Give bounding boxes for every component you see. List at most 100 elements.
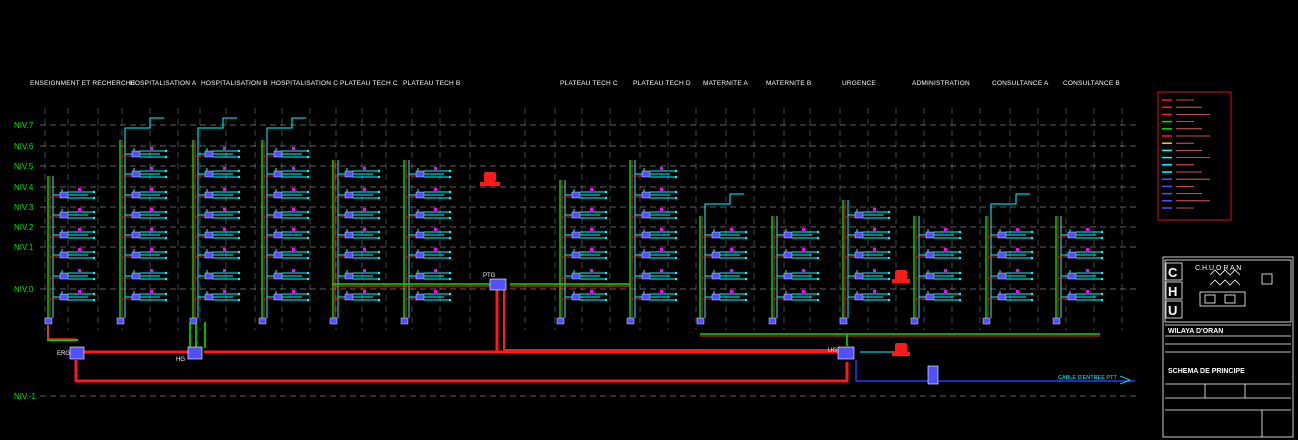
floor-panel (59, 251, 69, 259)
building-riser (696, 193, 748, 325)
riser-base-box (626, 317, 635, 325)
level-label: NIV.2 (14, 223, 34, 232)
entry-box[interactable] (927, 365, 939, 385)
building-riser (258, 117, 310, 325)
building-label: MATERNITE A (703, 80, 749, 87)
floor-panel (131, 211, 141, 219)
floor-panel (131, 231, 141, 239)
floor-panel (571, 251, 581, 259)
floor-panel (711, 251, 721, 259)
riser-base-box (258, 317, 267, 325)
floor-panel (59, 293, 69, 301)
logo-letter-c: C (1168, 265, 1178, 280)
floor-panel (344, 211, 354, 219)
building-label: HOSPITALISATION B (201, 80, 268, 87)
floor-panel (415, 231, 425, 239)
schema-title: SCHEMA DE PRINCIPE (1168, 368, 1245, 375)
node-ug[interactable] (837, 346, 855, 360)
floor-panel (571, 211, 581, 219)
floor-panel (854, 293, 864, 301)
floor-panel (131, 170, 141, 178)
floor-panel (571, 293, 581, 301)
floor-panel (273, 211, 283, 219)
logo-letter-u: U (1168, 303, 1177, 318)
building-risers (44, 117, 1104, 325)
floor-panel (925, 251, 935, 259)
level-label: NIV.0 (14, 285, 34, 294)
building-riser (44, 176, 96, 325)
level-label: NIV.3 (14, 203, 34, 212)
floor-panel (854, 231, 864, 239)
logo-letter-h: H (1168, 284, 1177, 299)
building-riser (116, 117, 168, 325)
floor-panel (59, 191, 69, 199)
building-label: PLATEAU TECH C (340, 80, 398, 87)
riser-base-box (768, 317, 777, 325)
building-label: ADMINISTRATION (912, 80, 970, 87)
node-ptg-label: PTG (483, 273, 496, 279)
floor-panel (344, 293, 354, 301)
node-ptg[interactable] (489, 278, 507, 291)
riser-base-box (982, 317, 991, 325)
node-erg-label: ERG (57, 351, 70, 357)
riser-base-box (696, 317, 705, 325)
distribution-nodes: ERG HG PTG UG CABLE D'ENTREE PTT (57, 273, 1132, 385)
building-label: HOSPITALISATION A (130, 80, 197, 87)
building-riser (910, 216, 962, 325)
floor-panel (925, 293, 935, 301)
floor-panel (997, 231, 1007, 239)
floor-panel (997, 293, 1007, 301)
floor-panel (1067, 272, 1077, 280)
floor-panel (273, 293, 283, 301)
floor-panel (854, 272, 864, 280)
level-label: NIV.5 (14, 162, 34, 171)
floor-panel (59, 231, 69, 239)
floor-panel (1067, 293, 1077, 301)
floor-panel (571, 272, 581, 280)
building-label: PLATEAU TECH D (633, 80, 691, 87)
floor-panel (204, 293, 214, 301)
building-label: HOSPITALISATION C (271, 80, 338, 87)
floor-panel (641, 251, 651, 259)
floor-panel (273, 191, 283, 199)
floor-panel (204, 170, 214, 178)
floor-panel (925, 231, 935, 239)
node-erg[interactable] (69, 346, 85, 360)
building-riser (982, 193, 1034, 325)
floor-panel (571, 231, 581, 239)
node-ug-label: UG (828, 348, 837, 354)
building-label: CONSULTANCE A (992, 80, 1049, 87)
riser-base-box (116, 317, 125, 325)
floor-panel (344, 251, 354, 259)
floor-panel (571, 191, 581, 199)
floor-panel (641, 272, 651, 280)
level-label: NIV.1 (14, 243, 34, 252)
riser-base-box (556, 317, 565, 325)
floor-panel (1067, 231, 1077, 239)
floor-panel (641, 170, 651, 178)
node-hg[interactable] (187, 346, 203, 360)
floor-panel (641, 191, 651, 199)
riser-base-box (329, 317, 338, 325)
telephone-icon (892, 343, 910, 356)
floor-panel (204, 191, 214, 199)
telephone-icon (892, 270, 910, 283)
floor-panel (997, 272, 1007, 280)
level-label: NIV.4 (14, 183, 34, 192)
floor-panel (273, 231, 283, 239)
floor-panel (854, 211, 864, 219)
building-riser (768, 216, 820, 325)
floor-panel (641, 231, 651, 239)
floor-panel (783, 231, 793, 239)
building-riser (329, 160, 381, 325)
floor-panel (641, 293, 651, 301)
floor-panel (1067, 251, 1077, 259)
floor-panel (854, 251, 864, 259)
floor-panel (131, 251, 141, 259)
floor-panel (997, 251, 1007, 259)
building-riser (189, 117, 241, 325)
legend-panel (1157, 91, 1232, 221)
level-label: NIV.-1 (14, 392, 36, 401)
floor-panel (131, 293, 141, 301)
cable-entry-label: CABLE D'ENTREE PTT (1058, 375, 1117, 381)
